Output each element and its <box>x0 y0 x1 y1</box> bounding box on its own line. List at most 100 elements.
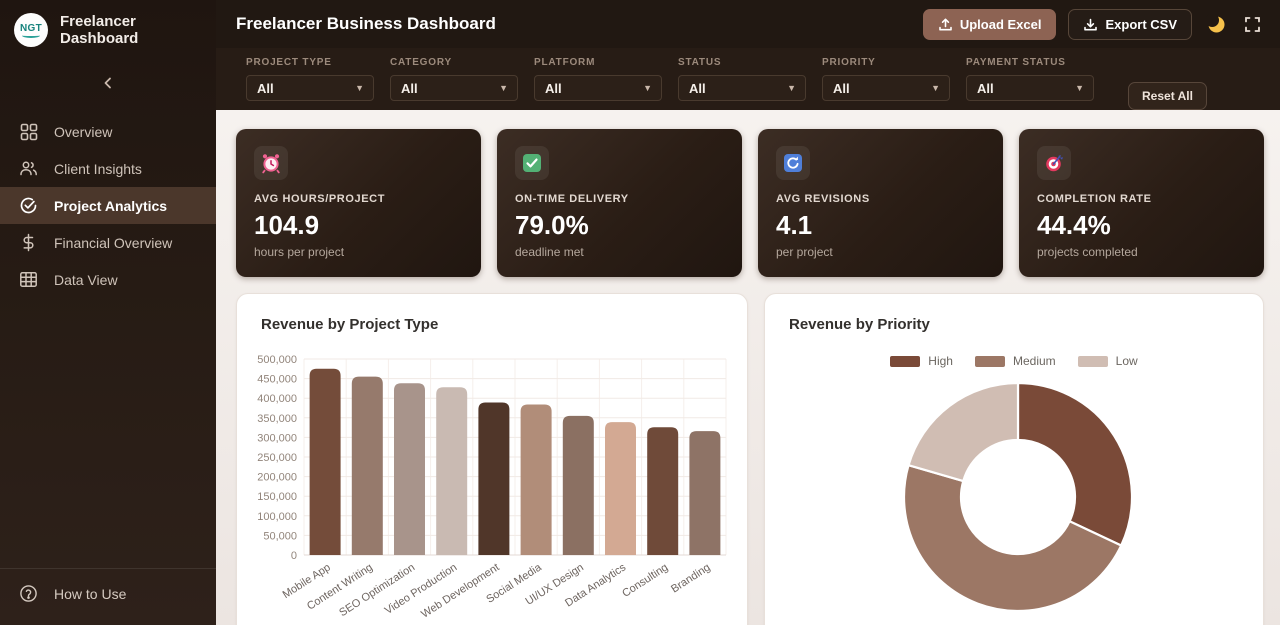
chevron-down-icon: ▼ <box>787 83 796 93</box>
reset-all-button[interactable]: Reset All <box>1128 82 1207 110</box>
bar-chart: 050,000100,000150,000200,000250,000300,0… <box>251 346 733 625</box>
select-value: All <box>545 81 562 96</box>
filter-label-category: CATEGORY <box>390 57 518 68</box>
brand: NGT Freelancer Dashboard <box>0 0 216 57</box>
kpi-card-avg-revisions: AVG REVISIONS 4.1 per project <box>758 129 1003 277</box>
svg-text:350,000: 350,000 <box>257 413 297 425</box>
kpi-sub: per project <box>776 245 985 259</box>
sidebar-item-overview[interactable]: Overview <box>0 113 216 150</box>
filter-label-priority: PRIORITY <box>822 57 950 68</box>
kpi-value: 79.0% <box>515 210 724 241</box>
upload-icon <box>938 17 953 32</box>
kpi-sub: deadline met <box>515 245 724 259</box>
svg-text:500,000: 500,000 <box>257 354 297 366</box>
svg-text:Web Development: Web Development <box>419 561 501 620</box>
select-value: All <box>689 81 706 96</box>
filter-label-status: STATUS <box>678 57 806 68</box>
svg-text:200,000: 200,000 <box>257 472 297 484</box>
svg-text:0: 0 <box>291 550 297 562</box>
charts-row: Revenue by Project Type 050,000100,00015… <box>216 277 1280 625</box>
select-value: All <box>833 81 850 96</box>
platform-select[interactable]: All ▼ <box>534 75 662 101</box>
sidebar-footer: How to Use <box>0 568 216 625</box>
fullscreen-icon <box>1244 16 1261 33</box>
sidebar-item-data-view[interactable]: Data View <box>0 261 216 298</box>
status-select[interactable]: All ▼ <box>678 75 806 101</box>
donut-chart-card: Revenue by Priority High Medium Low <box>764 293 1264 625</box>
kpi-card-completion-rate: COMPLETION RATE 44.4% projects completed <box>1019 129 1264 277</box>
svg-text:SEO Optimization: SEO Optimization <box>337 561 417 619</box>
svg-text:250,000: 250,000 <box>257 452 297 464</box>
table-icon <box>19 270 38 289</box>
select-value: All <box>977 81 994 96</box>
upload-excel-label: Upload Excel <box>960 17 1042 32</box>
check-icon <box>522 153 542 173</box>
dark-mode-toggle[interactable] <box>1204 12 1228 36</box>
sidebar: NGT Freelancer Dashboard Overview Client… <box>0 0 216 625</box>
kpi-label: ON-TIME DELIVERY <box>515 193 724 205</box>
svg-text:450,000: 450,000 <box>257 374 297 386</box>
chevron-down-icon: ▼ <box>355 83 364 93</box>
chevron-down-icon: ▼ <box>643 83 652 93</box>
kpi-icon-tile <box>254 146 288 180</box>
logo-text: NGT <box>20 23 42 34</box>
sidebar-item-label: Data View <box>54 272 118 288</box>
kpi-value: 4.1 <box>776 210 985 241</box>
logo-swoosh-icon <box>22 33 40 38</box>
svg-text:Branding: Branding <box>669 561 712 595</box>
bar-chart-card: Revenue by Project Type 050,000100,00015… <box>236 293 748 625</box>
sidebar-collapse-button[interactable] <box>96 71 120 95</box>
kpi-row: AVG HOURS/PROJECT 104.9 hours per projec… <box>216 110 1280 277</box>
kpi-value: 44.4% <box>1037 210 1246 241</box>
category-select[interactable]: All ▼ <box>390 75 518 101</box>
sidebar-item-label: Financial Overview <box>54 235 172 251</box>
sidebar-item-label: Project Analytics <box>54 198 167 214</box>
kpi-label: COMPLETION RATE <box>1037 193 1246 205</box>
select-value: All <box>257 81 274 96</box>
fullscreen-button[interactable] <box>1240 12 1264 36</box>
revisions-icon <box>783 153 803 173</box>
payment-status-select[interactable]: All ▼ <box>966 75 1094 101</box>
select-value: All <box>401 81 418 96</box>
kpi-card-on-time-delivery: ON-TIME DELIVERY 79.0% deadline met <box>497 129 742 277</box>
question-icon <box>19 584 38 603</box>
sidebar-item-label: Overview <box>54 124 112 140</box>
chevron-down-icon: ▼ <box>499 83 508 93</box>
kpi-icon-tile <box>515 146 549 180</box>
project-type-select[interactable]: All ▼ <box>246 75 374 101</box>
kpi-icon-tile <box>1037 146 1071 180</box>
sidebar-item-client-insights[interactable]: Client Insights <box>0 150 216 187</box>
kpi-card-avg-hours: AVG HOURS/PROJECT 104.9 hours per projec… <box>236 129 481 277</box>
bar-chart-title: Revenue by Project Type <box>261 316 438 333</box>
page-title: Freelancer Business Dashboard <box>236 14 496 34</box>
chevron-left-icon <box>102 77 114 89</box>
dollar-icon <box>19 233 38 252</box>
svg-text:150,000: 150,000 <box>257 491 297 503</box>
sidebar-item-how-to-use[interactable]: How to Use <box>19 584 216 603</box>
header: Freelancer Business Dashboard Upload Exc… <box>216 0 1280 48</box>
svg-text:Consulting: Consulting <box>620 561 670 599</box>
kpi-sub: hours per project <box>254 245 463 259</box>
kpi-value: 104.9 <box>254 210 463 241</box>
filter-label-payment-status: PAYMENT STATUS <box>966 57 1094 68</box>
sidebar-nav: Overview Client Insights Project Analyti… <box>0 113 216 298</box>
export-csv-label: Export CSV <box>1105 17 1177 32</box>
priority-select[interactable]: All ▼ <box>822 75 950 101</box>
sidebar-item-label: Client Insights <box>54 161 142 177</box>
kpi-label: AVG REVISIONS <box>776 193 985 205</box>
grid-icon <box>19 122 38 141</box>
target-icon <box>1043 152 1065 174</box>
export-csv-button[interactable]: Export CSV <box>1068 9 1192 40</box>
upload-excel-button[interactable]: Upload Excel <box>923 9 1057 40</box>
kpi-sub: projects completed <box>1037 245 1246 259</box>
svg-text:50,000: 50,000 <box>263 530 297 542</box>
chevron-down-icon: ▼ <box>931 83 940 93</box>
sidebar-item-financial-overview[interactable]: Financial Overview <box>0 224 216 261</box>
moon-icon <box>1206 14 1226 34</box>
brand-title: Freelancer Dashboard <box>60 13 202 47</box>
download-icon <box>1083 17 1098 32</box>
alarm-clock-icon <box>260 152 282 174</box>
sidebar-item-project-analytics[interactable]: Project Analytics <box>0 187 216 224</box>
check-circle-icon <box>19 196 38 215</box>
main-content: AVG HOURS/PROJECT 104.9 hours per projec… <box>216 110 1280 625</box>
